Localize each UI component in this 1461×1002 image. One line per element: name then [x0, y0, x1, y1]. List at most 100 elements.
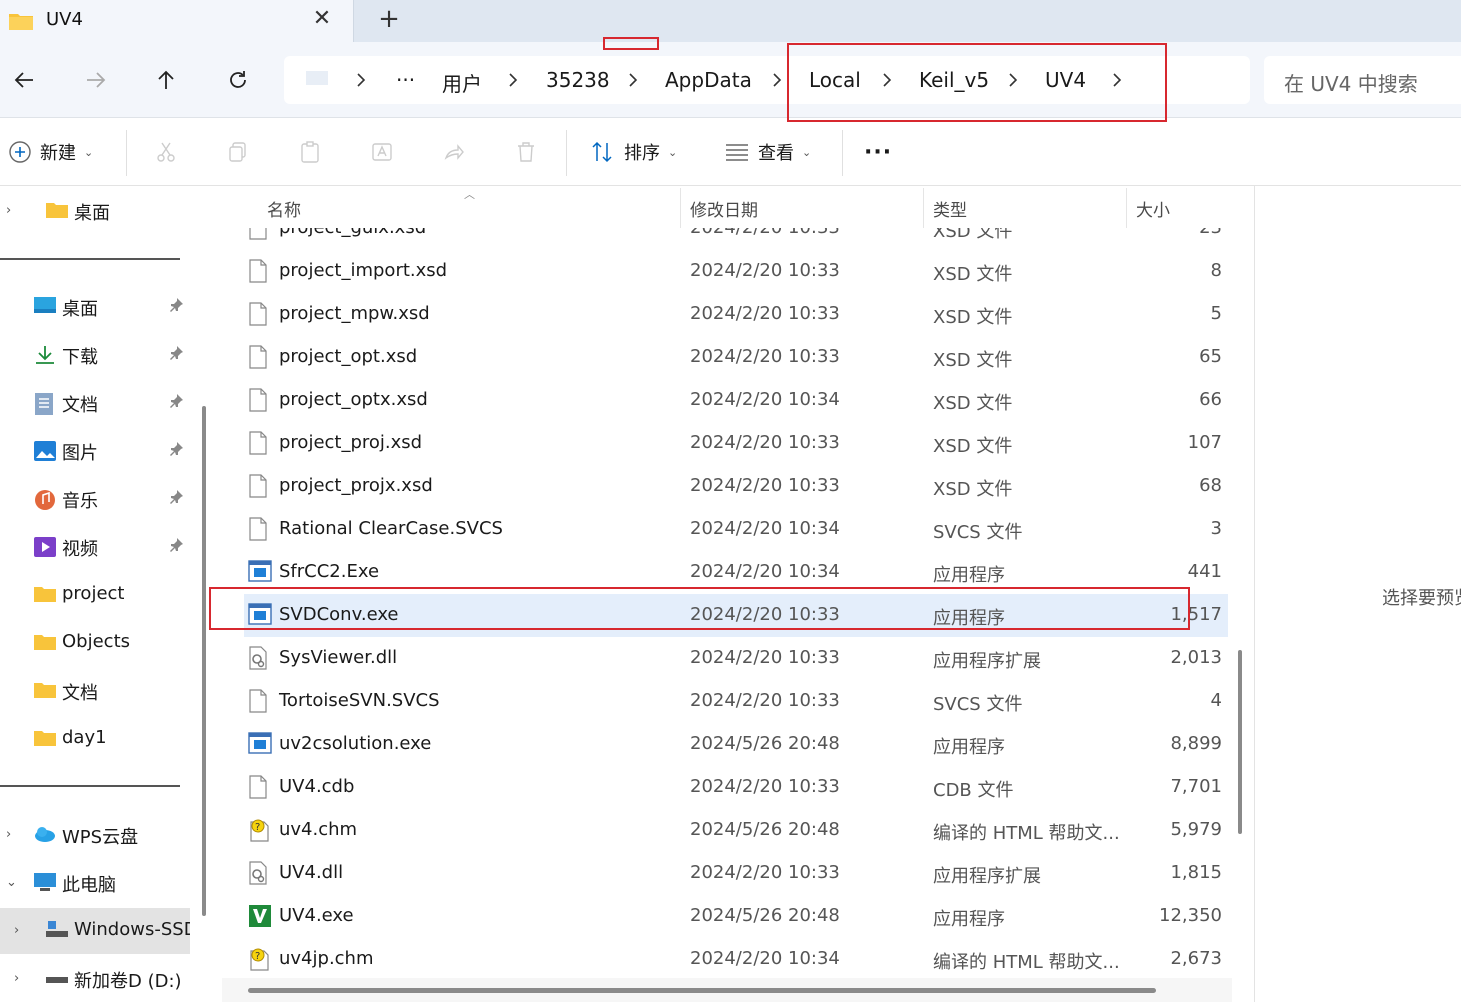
breadcrumb-local[interactable]: Local — [809, 68, 861, 92]
forward-button[interactable] — [76, 62, 116, 98]
breadcrumb-35238[interactable]: 35238 — [546, 68, 610, 92]
breadcrumb-uv4[interactable]: UV4 — [1045, 68, 1086, 92]
file-name: project_guix.xsd — [279, 228, 426, 238]
pin-icon[interactable] — [168, 345, 184, 365]
chevron-right-icon[interactable]: › — [6, 203, 11, 218]
sidebar-item-文档[interactable]: 文档 — [0, 380, 190, 426]
column-header-type[interactable]: 类型 — [933, 196, 967, 221]
pin-icon[interactable] — [168, 297, 184, 317]
back-button[interactable] — [4, 62, 44, 98]
sidebar-scrollbar[interactable] — [202, 406, 206, 916]
sidebar-item-wps-cloud[interactable]: › WPS云盘 — [0, 812, 190, 858]
navigation-pane: › 桌面 桌面 下载 文档 图片 音乐 视频 project Objects 文档 day1 › … — [0, 186, 216, 1002]
column-divider[interactable] — [923, 188, 924, 228]
search-input[interactable]: 在 UV4 中搜索 — [1264, 56, 1461, 104]
breadcrumb-overflow[interactable]: ··· — [396, 68, 415, 92]
chevron-down-icon[interactable]: ⌄ — [6, 875, 17, 890]
sidebar-item-desktop-root[interactable]: › 桌面 — [0, 188, 190, 234]
sort-button[interactable]: 排序 ⌄ — [590, 136, 677, 168]
chevron-right-icon[interactable]: › — [14, 971, 19, 986]
column-header-name[interactable]: 名称 — [267, 196, 301, 221]
sidebar-item-图片[interactable]: 图片 — [0, 428, 190, 474]
address-bar[interactable]: ··· 用户 35238 AppData Local Keil_v5 UV4 — [284, 56, 1250, 104]
horizontal-scrollbar[interactable] — [248, 988, 1156, 993]
paste-button[interactable] — [298, 136, 322, 168]
breadcrumb-appdata[interactable]: AppData — [665, 68, 752, 92]
sidebar-item-音乐[interactable]: 音乐 — [0, 476, 190, 522]
file-icon — [248, 775, 268, 803]
file-row[interactable]: project_optx.xsd 2024/2/20 10:34 XSD 文件 66 — [244, 379, 1228, 422]
sidebar-item-windows-ssd[interactable]: › Windows-SSD — [0, 908, 190, 954]
document-icon — [34, 393, 54, 419]
file-row[interactable]: SfrCC2.Exe 2024/2/20 10:34 应用程序 441 — [244, 551, 1228, 594]
column-divider[interactable] — [680, 188, 681, 228]
pin-icon[interactable] — [168, 489, 184, 509]
file-size: 4 — [1210, 690, 1222, 711]
file-date: 2024/2/20 10:34 — [690, 561, 840, 582]
pin-icon[interactable] — [168, 393, 184, 413]
view-button[interactable]: 查看 ⌄ — [724, 136, 811, 168]
file-row[interactable]: project_guix.xsd 2024/2/20 10:33 XSD 文件 23 — [244, 228, 1228, 250]
cut-button[interactable] — [154, 136, 178, 168]
more-options-button[interactable]: ··· — [864, 136, 892, 168]
chevron-right-icon[interactable]: › — [6, 827, 11, 842]
file-row[interactable]: ? uv4.chm 2024/5/26 20:48 编译的 HTML 帮助文... 5,… — [244, 809, 1228, 852]
new-button[interactable]: 新建 ⌄ — [8, 136, 93, 168]
share-button[interactable] — [442, 136, 466, 168]
file-row[interactable]: project_projx.xsd 2024/2/20 10:33 XSD 文件 68 — [244, 465, 1228, 508]
file-row[interactable]: project_opt.xsd 2024/2/20 10:33 XSD 文件 65 — [244, 336, 1228, 379]
sidebar-item-文档[interactable]: 文档 — [0, 668, 190, 714]
file-row[interactable]: UV4.cdb 2024/2/20 10:33 CDB 文件 7,701 — [244, 766, 1228, 809]
column-header-size[interactable]: 大小 — [1136, 196, 1170, 221]
tab-uv4[interactable]: UV4 ✕ — [0, 0, 354, 42]
file-row[interactable]: SysViewer.dll 2024/2/20 10:33 应用程序扩展 2,013 — [244, 637, 1228, 680]
file-list: ︿ 名称 修改日期 类型 大小 project_guix.xsd 2024/2/2… — [222, 186, 1232, 1002]
file-size: 8 — [1210, 260, 1222, 281]
file-date: 2024/2/20 10:34 — [690, 948, 840, 969]
file-row[interactable]: TortoiseSVN.SVCS 2024/2/20 10:33 SVCS 文件 4 — [244, 680, 1228, 723]
file-list-scrollbar[interactable] — [1238, 650, 1242, 834]
new-tab-button[interactable]: + — [372, 4, 406, 36]
up-button[interactable] — [146, 62, 186, 98]
file-name: project_proj.xsd — [279, 432, 423, 453]
column-divider[interactable] — [1126, 188, 1127, 228]
file-row[interactable]: Rational ClearCase.SVCS 2024/2/20 10:34 SV… — [244, 508, 1228, 551]
sidebar-item-label: 桌面 — [62, 299, 98, 320]
sidebar-item-桌面[interactable]: 桌面 — [0, 284, 190, 330]
chevron-right-icon[interactable]: › — [14, 923, 19, 938]
delete-button[interactable] — [514, 136, 538, 168]
close-tab-button[interactable]: ✕ — [308, 5, 336, 33]
file-row[interactable]: project_import.xsd 2024/2/20 10:33 XSD 文件 8 — [244, 250, 1228, 293]
copy-button[interactable] — [226, 136, 250, 168]
column-header-date[interactable]: 修改日期 — [690, 196, 758, 221]
pin-icon[interactable] — [168, 537, 184, 557]
sidebar-item-视频[interactable]: 视频 — [0, 524, 190, 570]
refresh-button[interactable] — [218, 62, 258, 98]
music-icon — [34, 489, 56, 515]
uv4-exe-icon — [248, 904, 272, 932]
sidebar-item-project[interactable]: project — [0, 572, 190, 618]
sidebar-item-drive-d[interactable]: › 新加卷D (D:) — [0, 956, 190, 1002]
sort-ascending-icon: ︿ — [464, 188, 475, 201]
file-date: 2024/5/26 20:48 — [690, 905, 840, 926]
file-name: uv4.chm — [279, 819, 358, 840]
file-row[interactable]: UV4.exe 2024/5/26 20:48 应用程序 12,350 — [244, 895, 1228, 938]
sidebar-item-this-pc[interactable]: ⌄ 此电脑 — [0, 860, 190, 906]
file-row[interactable]: SVDConv.exe 2024/2/20 10:33 应用程序 1,517 — [244, 594, 1228, 637]
file-row[interactable]: project_mpw.xsd 2024/2/20 10:33 XSD 文件 5 — [244, 293, 1228, 336]
file-type: SVCS 文件 — [933, 522, 1023, 543]
file-row[interactable]: UV4.dll 2024/2/20 10:33 应用程序扩展 1,815 — [244, 852, 1228, 895]
sidebar-item-label: Windows-SSD — [74, 919, 190, 940]
rename-button[interactable] — [370, 136, 394, 168]
sidebar-item-day1[interactable]: day1 — [0, 716, 190, 762]
breadcrumb-users[interactable]: 用户 — [442, 68, 482, 97]
file-row[interactable]: project_proj.xsd 2024/2/20 10:33 XSD 文件 107 — [244, 422, 1228, 465]
breadcrumb-keil-v5[interactable]: Keil_v5 — [919, 68, 989, 92]
file-date: 2024/5/26 20:48 — [690, 733, 840, 754]
file-date: 2024/2/20 10:33 — [690, 432, 840, 453]
pin-icon[interactable] — [168, 441, 184, 461]
sidebar-item-objects[interactable]: Objects — [0, 620, 190, 666]
file-row[interactable]: uv2csolution.exe 2024/5/26 20:48 应用程序 8,899 — [244, 723, 1228, 766]
file-row[interactable]: ? uv4jp.chm 2024/2/20 10:34 编译的 HTML 帮助文...… — [244, 938, 1228, 981]
sidebar-item-下载[interactable]: 下载 — [0, 332, 190, 378]
